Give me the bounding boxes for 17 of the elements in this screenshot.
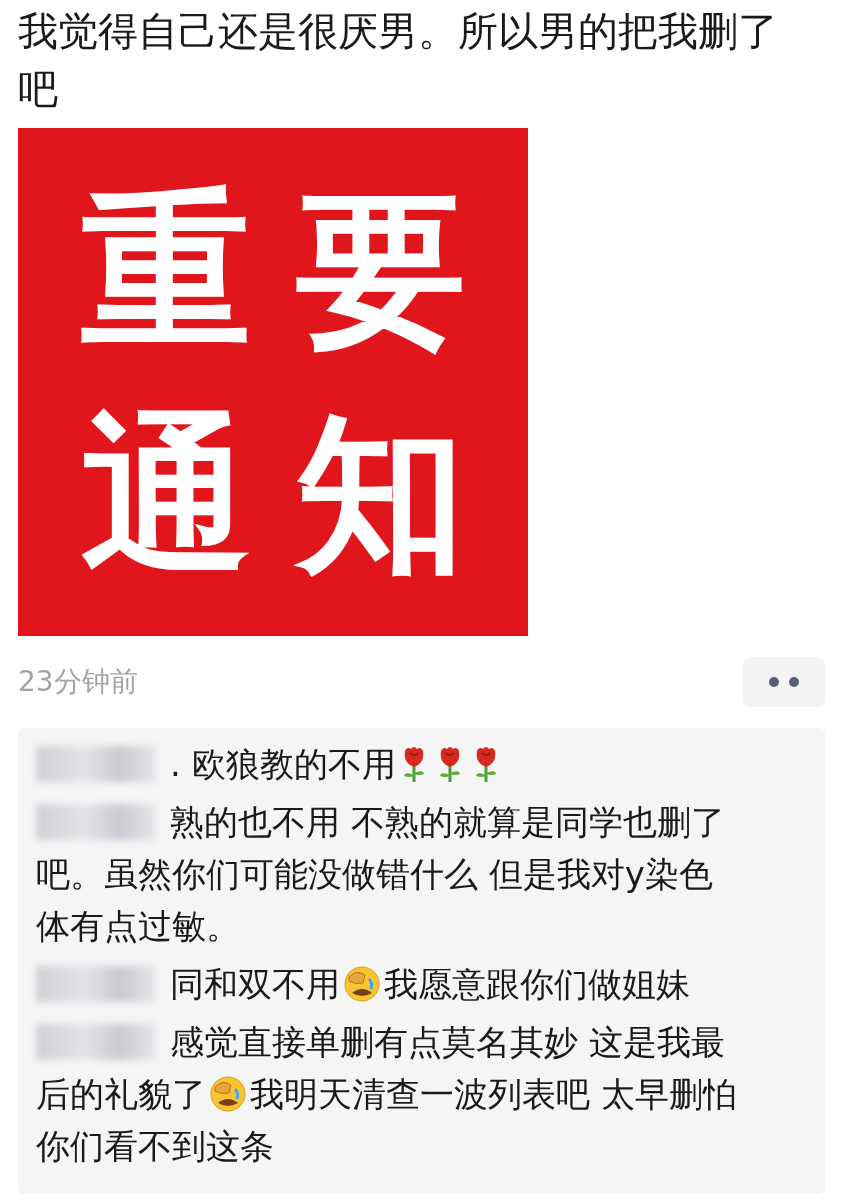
- post-time: 23分钟前: [18, 664, 138, 700]
- comment-text: 吧。虽然你们可能没做错什么 但是我对y染色: [36, 853, 713, 896]
- comment-text: 我愿意跟你们做姐妹: [384, 963, 690, 1006]
- comment-text: 我明天清查一波列表吧 太早删怕: [250, 1073, 737, 1116]
- facepalm-emoji-icon: [209, 1075, 247, 1113]
- comment-text: 你们看不到这条: [36, 1125, 274, 1168]
- dots-icon: [768, 676, 800, 688]
- comment-text: 熟的也不用 不熟的就算是同学也删了: [170, 801, 725, 844]
- comment-text: 感觉直接单删有点莫名其妙 这是我最: [170, 1021, 725, 1064]
- post-text: 我觉得自己还是很厌男。所以男的把我删了吧: [18, 7, 779, 114]
- comment-text: 后的礼貌了: [36, 1073, 206, 1116]
- more-button[interactable]: [743, 657, 825, 707]
- comment-text: 体有点过敏。: [36, 905, 240, 948]
- comment-text: 同和双不用: [170, 963, 340, 1006]
- facepalm-emoji-icon: [343, 965, 381, 1003]
- notice-poster[interactable]: 重 要 通 知: [18, 128, 528, 636]
- comment-text: . 欧狼教的不用: [170, 743, 396, 786]
